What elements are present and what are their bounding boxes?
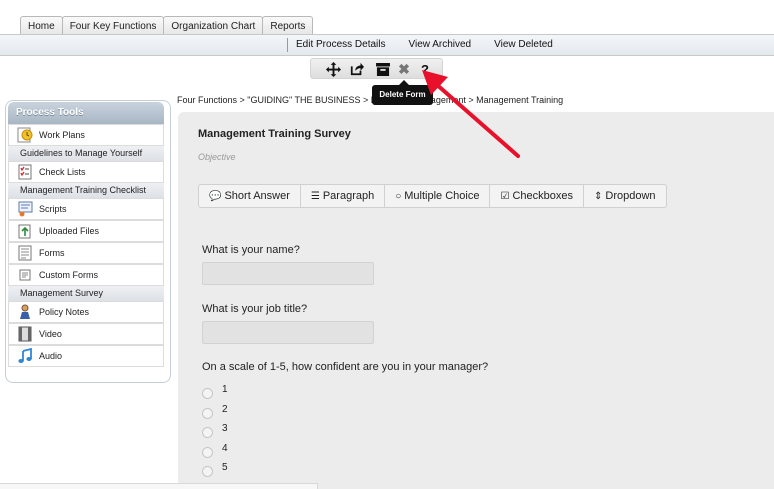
sub-navigation: Edit Process Details View Archived View … <box>287 38 568 52</box>
sidebar-item-uploaded-files[interactable]: Uploaded Files <box>8 220 164 242</box>
sort-icon: ⇕ <box>593 191 603 202</box>
sidebar-title: Process Tools <box>8 102 164 124</box>
form-objective[interactable]: Objective <box>198 152 236 162</box>
radio-button[interactable] <box>202 427 213 438</box>
name-input[interactable] <box>202 262 374 285</box>
share-icon[interactable] <box>349 61 365 77</box>
radio-icon: ○ <box>395 191 402 202</box>
audio-icon <box>18 348 32 363</box>
paragraph-button[interactable]: ☰ Paragraph <box>301 185 386 207</box>
delete-icon[interactable]: ✖ <box>396 61 412 77</box>
question-label-name: What is your name? <box>202 244 300 256</box>
tab-home[interactable]: Home <box>20 16 63 35</box>
move-icon[interactable] <box>325 61 341 77</box>
dropdown-button[interactable]: ⇕ Dropdown <box>584 185 666 207</box>
sidebar-item-custom-forms[interactable]: Custom Forms <box>8 264 164 286</box>
radio-option-1[interactable]: 1 <box>202 384 228 399</box>
top-tabs: Home Four Key Functions Organization Cha… <box>20 16 314 35</box>
radio-option-5[interactable]: 5 <box>202 462 228 477</box>
view-deleted-link[interactable]: View Deleted <box>486 38 553 52</box>
policy-notes-icon <box>20 304 30 319</box>
comment-icon: 💬 <box>209 191 222 202</box>
multiple-choice-button[interactable]: ○ Multiple Choice <box>385 185 491 207</box>
radio-button[interactable] <box>202 466 213 477</box>
sidebar-item-forms[interactable]: Forms <box>8 242 164 264</box>
tab-reports[interactable]: Reports <box>262 16 314 35</box>
form-toolbar: ✖ ? <box>310 58 443 79</box>
checkbox-icon: ☑ <box>500 191 510 202</box>
question-label-job-title: What is your job title? <box>202 303 308 315</box>
sidebar-subitem-management-training-checklist[interactable]: Management Training Checklist <box>8 183 164 198</box>
work-plans-icon <box>17 127 33 143</box>
short-answer-button[interactable]: 💬 Short Answer <box>199 185 301 207</box>
sidebar-subitem-guidelines[interactable]: Guidelines to Manage Yourself <box>8 146 164 161</box>
sidebar-item-video[interactable]: Video <box>8 323 164 345</box>
checklist-icon <box>18 164 32 180</box>
radio-option-2[interactable]: 2 <box>202 404 228 419</box>
paragraph-icon: ☰ <box>310 191 320 202</box>
forms-icon <box>18 245 32 261</box>
process-tools-sidebar: Process Tools Work Plans Guidelines to M… <box>5 100 171 383</box>
radio-option-4[interactable]: 4 <box>202 443 228 458</box>
sidebar-subitem-management-survey[interactable]: Management Survey <box>8 286 164 301</box>
form-editor-panel: Management Training Survey Objective 💬 Sh… <box>178 112 774 489</box>
sidebar-item-check-lists[interactable]: Check Lists <box>8 161 164 183</box>
radio-button[interactable] <box>202 408 213 419</box>
checkboxes-button[interactable]: ☑ Checkboxes <box>490 185 584 207</box>
form-title[interactable]: Management Training Survey <box>198 128 351 140</box>
radio-button[interactable] <box>202 447 213 458</box>
job-title-input[interactable] <box>202 321 374 344</box>
radio-option-3[interactable]: 3 <box>202 423 228 438</box>
sidebar-item-audio[interactable]: Audio <box>8 345 164 367</box>
sidebar-item-scripts[interactable]: Scripts <box>8 198 164 220</box>
delete-form-tooltip: Delete Form <box>372 80 433 105</box>
uploaded-files-icon <box>18 224 31 239</box>
archive-icon[interactable] <box>375 61 391 77</box>
sidebar-item-work-plans[interactable]: Work Plans <box>8 124 164 146</box>
custom-forms-icon <box>19 269 31 281</box>
horizontal-scrollbar[interactable] <box>0 483 318 489</box>
view-archived-link[interactable]: View Archived <box>400 38 471 52</box>
breadcrumb: Four Functions > "GUIDING" THE BUSINESS … <box>177 95 564 105</box>
edit-process-details-link[interactable]: Edit Process Details <box>288 38 385 52</box>
video-icon <box>18 326 32 342</box>
tab-four-key-functions[interactable]: Four Key Functions <box>61 16 165 35</box>
tab-organization-chart[interactable]: Organization Chart <box>163 16 264 35</box>
question-label-confidence: On a scale of 1-5, how confident are you… <box>202 361 489 373</box>
radio-button[interactable] <box>202 388 213 399</box>
scripts-icon <box>18 201 33 217</box>
sidebar-item-policy-notes[interactable]: Policy Notes <box>8 301 164 323</box>
help-icon[interactable]: ? <box>417 61 433 77</box>
question-type-toolbar: 💬 Short Answer ☰ Paragraph ○ Multiple Choic… <box>198 184 667 208</box>
